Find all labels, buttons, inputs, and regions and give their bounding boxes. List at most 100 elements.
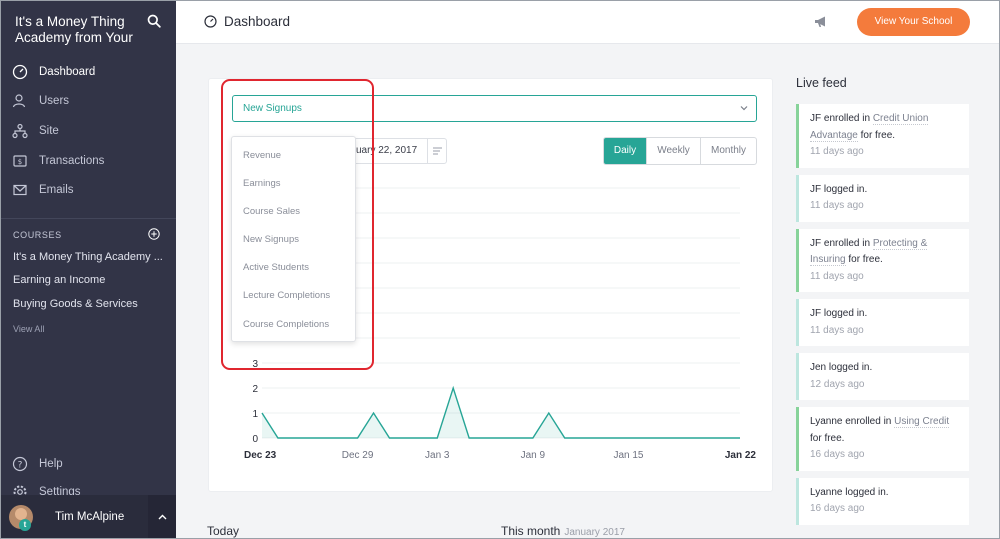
sidebar-item-site[interactable]: Site <box>0 116 176 146</box>
school-brand[interactable]: It's a Money Thing Academy from Your <box>15 14 145 45</box>
site-icon <box>12 123 28 139</box>
current-user-bar[interactable]: t Tim McAlpine <box>0 495 176 539</box>
feed-time: 12 days ago <box>810 378 865 390</box>
top-bar: Dashboard View Your School <box>176 0 1000 44</box>
dashboard-icon <box>12 64 28 79</box>
x-tick-label: Dec 23 <box>244 450 277 461</box>
date-range-menu-button[interactable] <box>427 138 447 164</box>
emails-icon <box>13 185 27 196</box>
feed-actor: Lyanne <box>810 486 843 498</box>
page-title: Dashboard <box>224 14 291 29</box>
sidebar-item-label: Users <box>39 95 70 108</box>
period-toggle: Daily Weekly Monthly <box>603 137 757 165</box>
add-course-icon[interactable] <box>148 228 160 240</box>
feed-time: 16 days ago <box>810 449 865 460</box>
feed-actor: JF <box>810 183 822 195</box>
this-month-sub: January 2017 <box>564 527 625 538</box>
feed-item: JF enrolled in Protecting & Insuring for… <box>796 228 969 292</box>
feed-item: JF logged in. 11 days ago <box>796 299 969 346</box>
feed-time: 11 days ago <box>810 270 864 282</box>
course-list: It's a Money Thing Academy ... Earning a… <box>13 251 163 337</box>
avatar: t <box>9 505 33 531</box>
sidebar-item-label: Dashboard <box>39 65 96 78</box>
sidebar-item-transactions[interactable]: $ Transactions <box>0 146 176 176</box>
metric-option-revenue[interactable]: Revenue <box>232 142 355 170</box>
feed-time: 11 days ago <box>810 200 864 211</box>
search-icon[interactable] <box>147 14 161 28</box>
course-item[interactable]: It's a Money Thing Academy ... <box>13 251 163 274</box>
feed-suffix: for free. <box>860 129 896 141</box>
period-daily[interactable]: Daily <box>604 138 646 164</box>
transactions-icon: $ <box>13 154 27 167</box>
x-tick-label: Jan 15 <box>613 450 643 461</box>
y-tick-label: 0 <box>252 434 258 445</box>
metric-option-new-signups[interactable]: New Signups <box>232 226 355 254</box>
view-your-school-button[interactable]: View Your School <box>857 8 970 36</box>
megaphone-icon[interactable] <box>814 15 828 28</box>
sidebar-item-label: Transactions <box>39 154 105 167</box>
metric-option-active-students[interactable]: Active Students <box>232 254 355 282</box>
feed-action: logged in. <box>823 308 868 319</box>
chevron-up-icon <box>158 514 166 520</box>
this-month-label: This month <box>501 524 561 538</box>
feed-time: 11 days ago <box>810 146 864 157</box>
metric-option-course-completions[interactable]: Course Completions <box>232 311 355 339</box>
x-tick-label: Jan 22 <box>725 450 757 461</box>
feed-suffix: for free. <box>810 432 845 444</box>
user-menu-toggle[interactable] <box>148 495 176 539</box>
sidebar-item-help[interactable]: ? Help <box>0 450 176 478</box>
feed-time: 16 days ago <box>810 503 865 514</box>
y-tick-label: 2 <box>252 384 258 395</box>
feed-actor: JF <box>810 113 822 124</box>
avatar-badge: t <box>19 519 31 531</box>
live-feed-title: Live feed <box>796 76 847 90</box>
y-tick-label: 1 <box>252 409 258 420</box>
sidebar: It's a Money Thing Academy from Your Das… <box>0 0 176 539</box>
period-weekly[interactable]: Weekly <box>646 138 700 164</box>
x-tick-label: Jan 9 <box>521 450 546 461</box>
course-item[interactable]: Earning an Income <box>13 274 163 297</box>
live-feed: JF enrolled in Credit Union Advantage fo… <box>796 104 969 532</box>
feed-suffix: for free. <box>848 254 883 265</box>
metric-option-lecture-completions[interactable]: Lecture Completions <box>232 282 355 310</box>
sidebar-item-dashboard[interactable]: Dashboard <box>0 57 176 87</box>
svg-text:$: $ <box>18 158 22 166</box>
feed-item: Lyanne enrolled in Using Credit for free… <box>796 407 969 471</box>
course-item[interactable]: Buying Goods & Services <box>13 298 163 321</box>
this-month-heading: This month January 2017 <box>501 524 625 538</box>
svg-text:?: ? <box>18 460 23 470</box>
feed-actor: Lyanne <box>810 416 843 427</box>
sidebar-nav: Dashboard Users Site $ Transactions Emai… <box>0 57 176 205</box>
help-icon: ? <box>12 456 28 472</box>
metric-select-value: New Signups <box>243 103 302 114</box>
users-icon <box>12 94 26 108</box>
feed-action: enrolled in <box>823 113 871 124</box>
x-tick-label: Jan 3 <box>425 450 450 461</box>
feed-action: enrolled in <box>823 237 871 249</box>
menu-lines-icon <box>433 147 442 155</box>
sidebar-item-label: Site <box>39 124 59 137</box>
chevron-down-icon <box>740 106 748 111</box>
sidebar-item-users[interactable]: Users <box>0 87 176 117</box>
user-name: Tim McAlpine <box>55 511 125 523</box>
metric-select[interactable]: New Signups <box>232 95 757 122</box>
x-tick-label: Dec 29 <box>342 450 374 461</box>
view-all-courses-link[interactable]: View All <box>13 321 163 337</box>
feed-actor: JF <box>810 237 822 249</box>
feed-item: JF logged in. 11 days ago <box>796 174 969 222</box>
feed-item: Lyanne logged in. 16 days ago <box>796 477 969 525</box>
metric-option-course-sales[interactable]: Course Sales <box>232 198 355 226</box>
feed-actor: JF <box>810 308 822 319</box>
dashboard-icon <box>204 15 217 28</box>
feed-course-link[interactable]: Using Credit <box>894 416 950 428</box>
metric-option-earnings[interactable]: Earnings <box>232 170 355 198</box>
period-monthly[interactable]: Monthly <box>700 138 756 164</box>
feed-action: enrolled in <box>845 416 892 427</box>
feed-actor: Jen <box>810 362 827 373</box>
y-tick-label: 3 <box>252 359 258 370</box>
today-heading: Today <box>207 524 240 538</box>
sidebar-item-label: Emails <box>39 184 74 197</box>
sidebar-item-emails[interactable]: Emails <box>0 175 176 205</box>
feed-item: Jen logged in. 12 days ago <box>796 353 969 400</box>
feed-action: logged in. <box>823 183 868 195</box>
